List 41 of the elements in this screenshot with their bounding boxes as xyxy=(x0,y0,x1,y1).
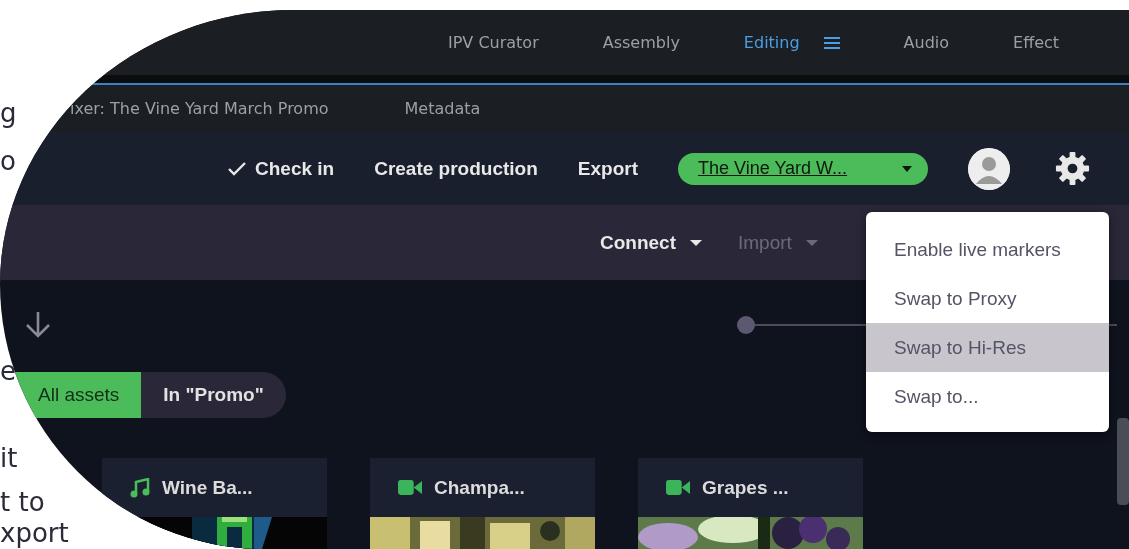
body-text: g xyxy=(0,98,17,128)
check-icon xyxy=(227,160,247,177)
menu-item[interactable]: Swap to... xyxy=(866,372,1109,421)
settings-icon[interactable] xyxy=(1054,150,1091,187)
video-camera-icon xyxy=(666,479,690,496)
caret-icon xyxy=(805,239,818,246)
caret-icon xyxy=(690,239,702,246)
asset-title: Wine Ba... xyxy=(162,476,253,499)
body-text: it xyxy=(0,443,18,473)
panel-tab[interactable]: Metadata xyxy=(404,99,481,118)
workspace-tab[interactable]: Audio xyxy=(903,33,950,52)
asset-card[interactable]: Grapes ... xyxy=(638,458,863,549)
panel-tab[interactable]: ixer: The Vine Yard March Promo xyxy=(70,99,329,118)
asset-card[interactable]: Wine Ba... xyxy=(102,458,327,549)
menu-item[interactable]: Swap to Proxy xyxy=(866,274,1109,323)
video-camera-icon xyxy=(398,479,422,496)
menu-item[interactable]: Enable live markers xyxy=(866,225,1109,274)
production-dropdown[interactable]: The Vine Yard W... xyxy=(678,152,928,185)
body-text: o xyxy=(0,146,16,176)
workspace-tab[interactable]: Effect xyxy=(1013,33,1060,52)
workspace-tab[interactable]: Editing xyxy=(743,33,840,52)
menu-icon xyxy=(823,35,840,50)
action-button[interactable]: Export xyxy=(577,157,638,180)
toolbar-dropdown[interactable]: Connect xyxy=(600,231,702,254)
workspace-tab[interactable]: Assembly xyxy=(602,33,680,52)
body-text: xport xyxy=(0,518,69,548)
asset-title: Grapes ... xyxy=(702,476,789,499)
body-text: t to xyxy=(0,487,45,517)
avatar-icon[interactable] xyxy=(968,147,1010,190)
workspace-tab[interactable]: IPV Curator xyxy=(448,33,539,52)
menu-item[interactable]: Swap to Hi-Res xyxy=(866,323,1109,372)
check-in-button[interactable]: Check in xyxy=(227,157,335,180)
filter-toggle[interactable]: In "Promo" xyxy=(141,372,286,418)
scrollbar[interactable] xyxy=(1117,418,1129,505)
asset-title: Champa... xyxy=(434,476,525,499)
action-button[interactable]: Create production xyxy=(374,157,538,180)
caret-icon xyxy=(902,165,912,172)
asset-card[interactable]: Champa... xyxy=(370,458,595,549)
slider-thumb[interactable] xyxy=(737,316,755,334)
music-note-icon xyxy=(130,477,150,498)
download-arrow-icon[interactable] xyxy=(25,311,51,339)
